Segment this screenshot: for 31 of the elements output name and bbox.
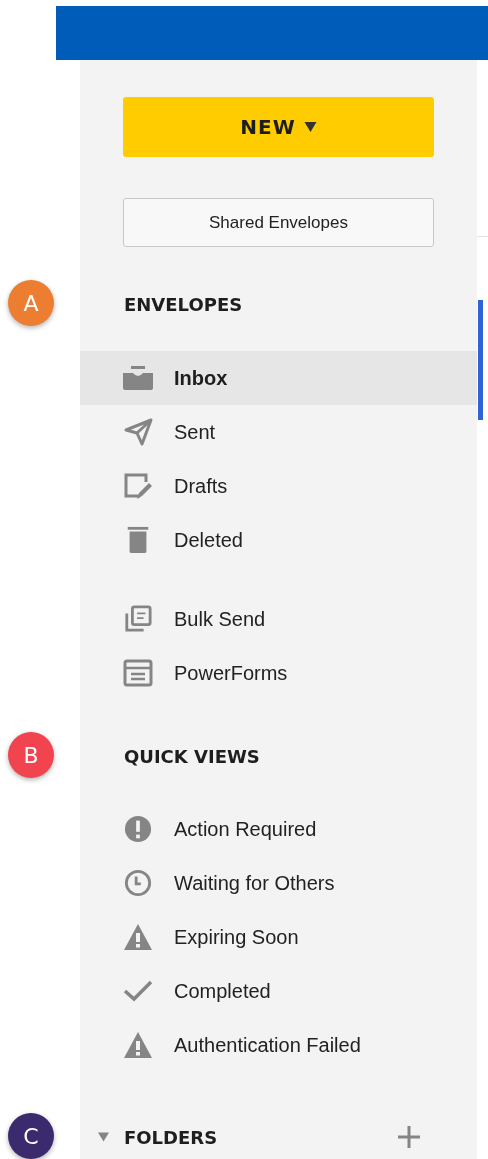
caret-icon	[303, 122, 317, 132]
annotation-marker: B	[8, 732, 54, 778]
add-icon[interactable]	[398, 1126, 420, 1148]
edit-icon	[123, 472, 153, 500]
clock-icon	[123, 869, 153, 897]
nav-item[interactable]: Action Required	[80, 802, 477, 856]
section-heading: QUICK VIEWS	[124, 745, 260, 767]
nav-item[interactable]: Inbox	[80, 351, 477, 405]
nav-item[interactable]: Bulk Send	[80, 592, 477, 646]
alert-icon	[123, 815, 153, 843]
new-button[interactable]: NEW	[123, 97, 434, 157]
section-heading: ENVELOPES	[124, 293, 243, 315]
nav-item[interactable]: Expiring Soon	[80, 910, 477, 964]
paper-plane-icon	[123, 418, 153, 446]
inbox-icon	[123, 364, 153, 392]
annotation-marker: A	[8, 280, 54, 326]
collapse-icon[interactable]	[98, 1132, 109, 1142]
nav-item[interactable]: PowerForms	[80, 646, 477, 700]
form-icon	[123, 659, 153, 687]
warning-icon	[123, 1031, 153, 1059]
annotation-marker: C	[8, 1113, 54, 1159]
section-heading: FOLDERS	[124, 1126, 218, 1148]
nav-item[interactable]: Waiting for Others	[80, 856, 477, 910]
nav-item[interactable]: Authentication Failed	[80, 1018, 477, 1072]
documents-icon	[123, 605, 153, 633]
nav-item[interactable]: Drafts	[80, 459, 477, 513]
warning-icon	[123, 923, 153, 951]
nav-item[interactable]: Sent	[80, 405, 477, 459]
shared-envelopes-button[interactable]: Shared Envelopes	[123, 198, 434, 247]
nav-item[interactable]: Deleted	[80, 513, 477, 567]
nav-item[interactable]: Completed	[80, 964, 477, 1018]
